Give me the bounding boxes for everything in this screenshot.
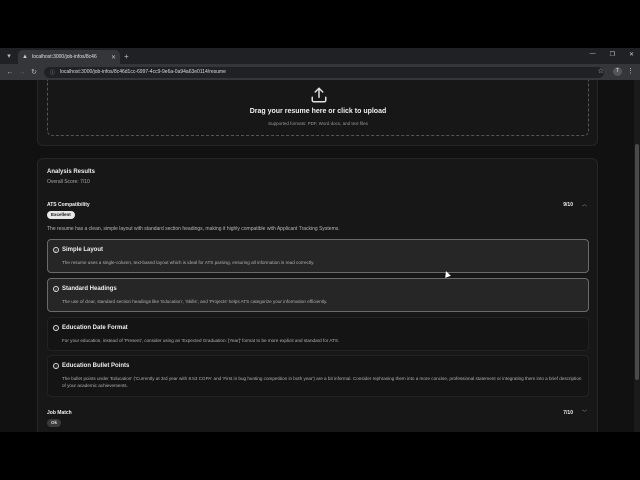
url-field[interactable]: ⓘ localhost:3000/job-infos/8c46d1cc-6997… [44, 66, 604, 78]
job-match-score: 7/10 [563, 410, 573, 416]
back-icon[interactable]: ← [4, 69, 16, 76]
feedback-description: The bullet points under 'Education' ('Cu… [62, 376, 582, 388]
scrollbar-thumb[interactable] [635, 144, 639, 380]
feedback-title: Education Date Format [62, 325, 128, 331]
browser-tab[interactable]: ▲ localhost:3000/job-infos/8c46 ✕ [18, 50, 120, 64]
browser-menu-icon[interactable]: ⋮ [627, 67, 634, 75]
favicon-icon: ▲ [22, 54, 28, 60]
window-controls: — ❐ ✕ [590, 51, 634, 58]
letterbox-bottom [0, 432, 640, 480]
overall-score: Overall Score: 7/10 [47, 179, 90, 185]
scrollbar[interactable] [634, 80, 640, 432]
profile-avatar[interactable]: T [613, 67, 622, 76]
resume-dropzone[interactable]: Drag your resume here or click to upload… [47, 80, 589, 136]
ats-description: The resume has a clean, simple layout wi… [47, 226, 340, 232]
feedback-description: The use of clear, standard section headi… [62, 299, 328, 304]
ats-section-title[interactable]: ATS Compatibility [47, 202, 90, 208]
alert-circle-icon: ! [53, 325, 59, 331]
check-circle-icon: ✓ [53, 286, 59, 292]
alert-circle-icon: ! [53, 363, 59, 369]
close-window-icon[interactable]: ✕ [629, 51, 634, 58]
tab-bar: ▾ ▲ localhost:3000/job-infos/8c46 ✕ + — … [0, 48, 640, 64]
bookmark-star-icon[interactable]: ☆ [598, 67, 604, 75]
page-content: Drag your resume here or click to upload… [0, 80, 640, 432]
chevron-down-icon[interactable]: ﹀ [582, 409, 587, 416]
feedback-item: ! Education Bullet Points The bullet poi… [47, 355, 589, 397]
maximize-icon[interactable]: ❐ [610, 51, 615, 58]
job-match-status-badge: Ok [47, 419, 62, 427]
feedback-item: ✓ Standard Headings The use of clear, st… [47, 278, 589, 312]
tab-search-icon[interactable]: ▾ [2, 50, 16, 62]
forward-icon[interactable]: → [16, 69, 28, 76]
url-text: localhost:3000/job-infos/8c46d1cc-6997-4… [60, 69, 226, 75]
upload-icon [311, 87, 327, 103]
feedback-item: ✓ Simple Layout The resume uses a single… [47, 239, 589, 273]
upload-card: Drag your resume here or click to upload… [37, 80, 598, 146]
tab-title: localhost:3000/job-infos/8c46 [31, 54, 97, 60]
job-match-section-title[interactable]: Job Match [47, 410, 72, 416]
chevron-up-icon[interactable]: ︿ [582, 201, 587, 208]
address-bar: ← → ↻ ⓘ localhost:3000/job-infos/8c46d1c… [0, 64, 640, 80]
close-tab-icon[interactable]: ✕ [111, 54, 116, 61]
feedback-description: The resume uses a single-column, text-ba… [62, 260, 315, 265]
dropzone-title: Drag your resume here or click to upload [249, 108, 387, 115]
reload-icon[interactable]: ↻ [28, 68, 40, 76]
dropzone-subtitle: Supported formats: PDF, Word docs, and t… [268, 121, 368, 126]
letterbox-top [0, 0, 640, 48]
browser-window: ▾ ▲ localhost:3000/job-infos/8c46 ✕ + — … [0, 48, 640, 432]
feedback-title: Standard Headings [62, 286, 117, 292]
minimize-icon[interactable]: — [590, 51, 596, 58]
new-tab-icon[interactable]: + [124, 52, 129, 61]
feedback-title: Simple Layout [62, 247, 104, 253]
analysis-results-card: Analysis Results Overall Score: 7/10 ATS… [37, 158, 598, 432]
feedback-item: ! Education Date Format For your educati… [47, 317, 589, 351]
ats-status-badge: Excellent [47, 211, 75, 219]
feedback-title: Education Bullet Points [62, 363, 130, 369]
ats-score: 9/10 [563, 202, 573, 208]
feedback-description: For your education, instead of 'Present'… [62, 338, 340, 343]
analysis-title: Analysis Results [47, 169, 96, 175]
site-info-icon[interactable]: ⓘ [50, 69, 55, 76]
check-circle-icon: ✓ [53, 247, 59, 253]
